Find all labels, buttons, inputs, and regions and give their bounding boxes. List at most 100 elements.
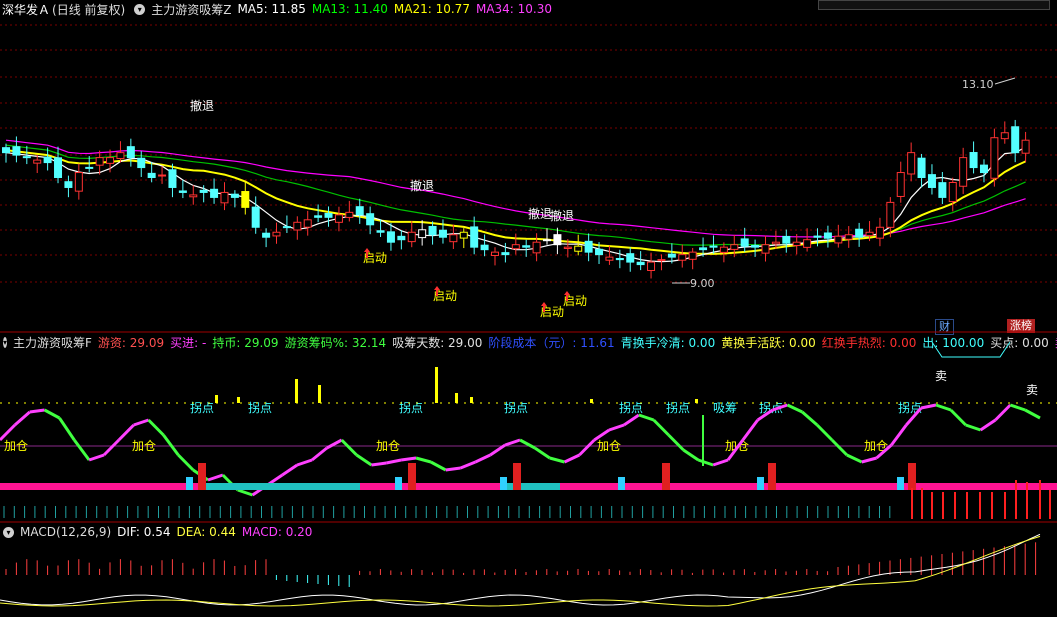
candle-body — [282, 226, 291, 229]
candle-body — [501, 252, 510, 256]
event-bar — [908, 463, 916, 490]
candle-body — [574, 245, 583, 252]
candle-body — [626, 253, 635, 263]
candle-body — [126, 146, 135, 159]
candle-body — [438, 229, 447, 238]
candle-body — [865, 231, 874, 237]
oscillator-segment — [355, 453, 373, 467]
turning-point-label: 拐点 — [190, 400, 214, 415]
oscillator-segment — [13, 410, 31, 427]
oscillator-segment — [430, 460, 447, 472]
candle-body — [158, 174, 167, 177]
oscillator-segment — [563, 453, 581, 464]
add-position-label: 加仓 — [4, 439, 28, 453]
candle-body — [1000, 132, 1009, 140]
sell-label: 卖 — [1026, 383, 1038, 397]
candle-body — [532, 241, 541, 254]
candle-body — [54, 157, 63, 179]
oscillator-segment — [682, 448, 700, 462]
candle-body — [178, 190, 187, 193]
event-bar — [513, 463, 521, 490]
turning-point-label: 拐点 — [666, 400, 690, 415]
event-bar — [768, 463, 776, 490]
oscillator-segment — [177, 453, 195, 472]
event-bar — [186, 477, 193, 490]
oscillator-segment — [786, 403, 803, 414]
candle-body — [397, 235, 406, 241]
oscillator-segment — [474, 453, 491, 464]
event-bar — [618, 477, 625, 490]
oscillator-segment — [400, 456, 417, 462]
candle-body — [230, 193, 239, 198]
candle-body — [407, 231, 416, 243]
oscillator-segment — [935, 403, 952, 412]
candle-body — [740, 238, 749, 247]
candle-body — [386, 231, 395, 243]
candle-body — [636, 261, 645, 266]
retreat-label: 撤退 — [190, 98, 214, 113]
candle-body — [522, 245, 531, 248]
candle-body — [959, 157, 968, 187]
turning-point-label: 拐点 — [248, 400, 272, 415]
dif-line — [0, 533, 1041, 606]
candle-body — [355, 206, 364, 216]
candle-body — [470, 226, 479, 248]
oscillator-segment — [549, 456, 565, 464]
event-bar — [408, 463, 416, 490]
oscillator-segment — [578, 438, 596, 457]
candle-body — [990, 137, 999, 179]
candle-body — [147, 172, 156, 179]
candle-body — [137, 157, 146, 169]
candle-body — [210, 188, 219, 198]
oscillator-segment — [117, 423, 135, 442]
high-price-pointer — [994, 77, 1016, 85]
candle-body — [782, 235, 791, 244]
candle-body — [199, 189, 208, 193]
oscillator-segment — [311, 446, 328, 462]
oscillator-segment — [415, 456, 432, 464]
candle-body — [241, 191, 250, 208]
candle-body — [22, 156, 31, 159]
volume-spike — [470, 397, 473, 403]
candle-body — [95, 157, 104, 166]
event-bar — [897, 477, 904, 490]
candle-body — [688, 251, 697, 260]
candle-body — [948, 181, 957, 203]
oscillator-segment — [147, 418, 165, 437]
candle-body — [366, 213, 375, 226]
candle-body — [751, 244, 760, 248]
oscillator-segment — [371, 461, 387, 467]
candle-body — [699, 247, 708, 251]
volume-spike — [455, 393, 458, 403]
high-price-label: 13.10 — [962, 78, 994, 91]
oscillator-segment — [1009, 403, 1026, 412]
price-annotations: 撤退撤退撤退撤退启动启动启动启动13.109.00拐点 拐点 拐点 拐点 拐点 拐点 拐点拐… — [4, 77, 1038, 453]
oscillator-segment — [58, 417, 76, 441]
candle-body — [771, 241, 780, 245]
candle-body — [74, 172, 83, 192]
candle-body — [667, 253, 676, 258]
candle-body — [563, 246, 572, 250]
oscillator-segment — [385, 458, 402, 465]
candle-body — [875, 226, 884, 239]
candle-body — [605, 256, 614, 261]
candle-body — [189, 194, 198, 198]
candle-body — [376, 230, 385, 233]
oscillator-segment — [102, 438, 120, 457]
oscillator-segment — [608, 423, 625, 432]
volume-spike — [295, 379, 298, 403]
volume-spike — [590, 399, 593, 403]
oscillator-segment — [519, 438, 536, 450]
oscillator-segment — [237, 488, 254, 497]
candle-body — [709, 245, 718, 248]
candle-body — [761, 244, 770, 254]
oscillator-segment — [801, 410, 819, 427]
oscillator-segment — [0, 423, 16, 442]
candle-body — [1011, 126, 1020, 154]
stock-chart-canvas[interactable]: 撤退撤退撤退撤退启动启动启动启动13.109.00拐点 拐点 拐点 拐点 拐点 拐点 拐点拐… — [0, 0, 1057, 617]
retreat-label: 撤退 — [410, 178, 434, 193]
oscillator-segment — [697, 458, 714, 467]
add-position-label: 加仓 — [132, 439, 156, 453]
candle-body — [647, 261, 656, 271]
candle-body — [314, 215, 323, 218]
